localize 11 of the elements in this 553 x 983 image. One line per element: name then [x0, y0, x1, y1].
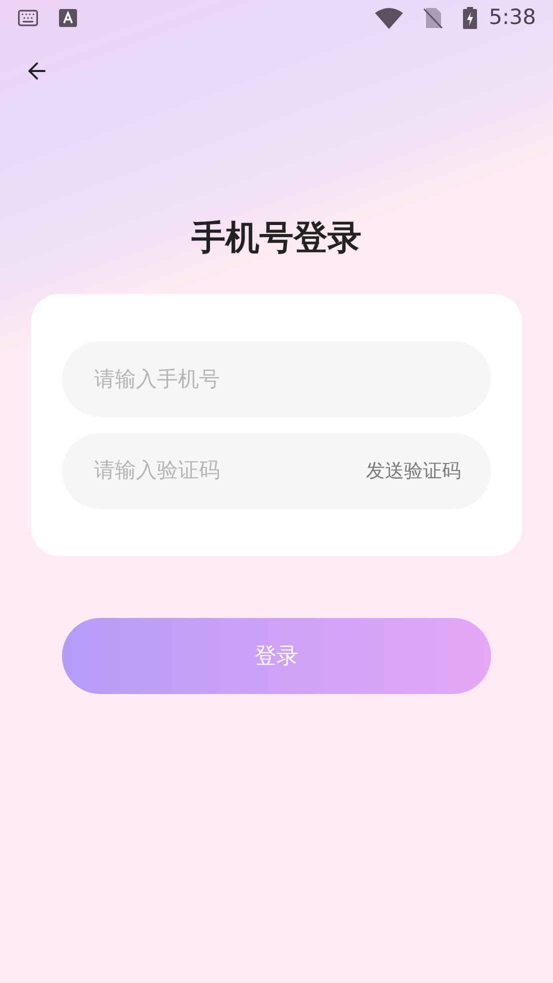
no-sim-icon	[422, 7, 443, 29]
code-input-field[interactable]: 请输入验证码 发送验证码	[62, 433, 491, 509]
app-notification-icon	[59, 9, 77, 27]
battery-charging-icon	[462, 7, 477, 29]
page-title: 手机号登录	[192, 217, 362, 260]
wifi-icon	[374, 7, 403, 29]
phone-input-field[interactable]: 请输入手机号	[62, 341, 491, 417]
login-button[interactable]: 登录	[62, 618, 491, 694]
status-time: 5:38	[488, 4, 536, 32]
send-code-link[interactable]: 发送验证码	[366, 456, 461, 486]
keyboard-icon	[17, 7, 39, 29]
